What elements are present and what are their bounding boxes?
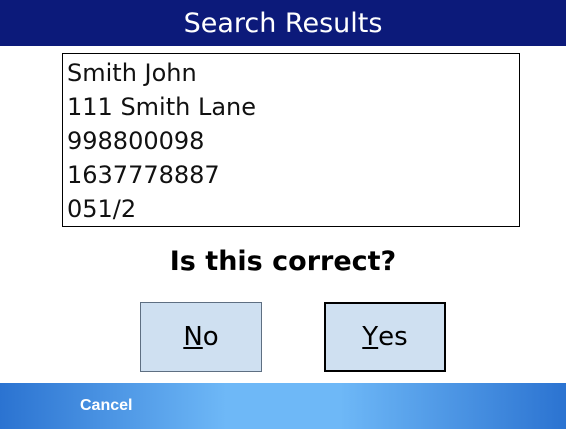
window-title: Search Results — [183, 7, 383, 39]
search-results-box: Smith John 111 Smith Lane 998800098 1637… — [62, 53, 520, 227]
yes-button-label: es — [378, 322, 408, 352]
result-code: 051/2 — [67, 195, 137, 223]
result-id: 998800098 — [67, 127, 205, 155]
result-address: 111 Smith Lane — [67, 93, 257, 121]
cancel-softkey[interactable]: Cancel — [80, 383, 132, 429]
result-phone: 1637778887 — [67, 161, 220, 189]
title-bar: Search Results — [0, 0, 566, 46]
softkey-bar: Cancel — [0, 383, 566, 429]
no-button-mnemonic: N — [183, 322, 203, 352]
no-button[interactable]: No — [140, 302, 262, 372]
yes-button-mnemonic: Y — [362, 322, 379, 352]
result-name: Smith John — [67, 59, 197, 87]
yes-button[interactable]: Yes — [324, 302, 446, 372]
confirm-question: Is this correct? — [169, 246, 397, 277]
no-button-label: o — [202, 322, 219, 352]
